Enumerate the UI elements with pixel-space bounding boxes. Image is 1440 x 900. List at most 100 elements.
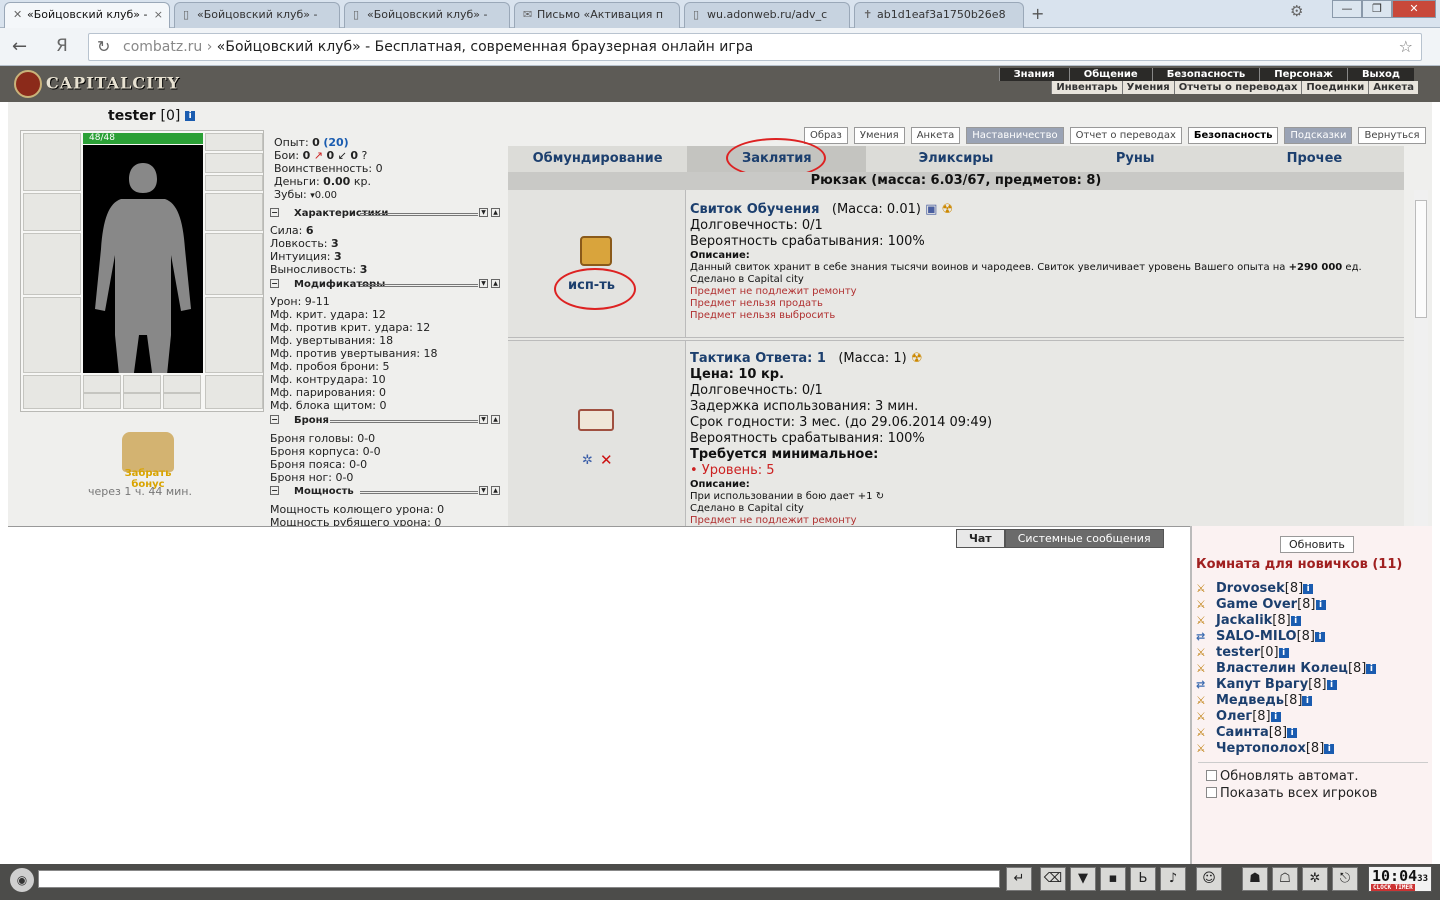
info-icon[interactable]: i [1287,727,1298,738]
info-icon[interactable]: i [1303,583,1314,594]
player-item[interactable]: ⚔ Drovosek[8] i [1196,581,1314,596]
group-icon[interactable]: ☖ [1272,867,1298,891]
arrow-up-icon[interactable]: ▲ [491,415,500,424]
info-icon[interactable]: i [1326,679,1337,690]
maximize-button[interactable]: ❐ [1362,0,1392,18]
arrow-down-icon[interactable]: ▼ [479,208,488,217]
close-icon[interactable]: × [154,8,163,21]
info-icon[interactable]: i [185,111,196,121]
ring-slot-2[interactable] [123,375,161,393]
menu-item-communication[interactable]: Общение [1068,68,1152,81]
shield-slot[interactable] [205,233,263,295]
browser-tab[interactable]: ✝ ab1d1eaf3a1750b26e8 [854,2,1024,28]
url-input[interactable]: ↻ combatz.ru › «Бойцовский клуб» - Беспл… [88,33,1422,61]
collapse-icon[interactable]: − [270,279,279,288]
helmet-slot[interactable] [23,133,81,191]
arrow-up-icon[interactable]: ▲ [491,208,500,217]
menu-item-knowledge[interactable]: Знания [998,68,1069,81]
smiley-icon[interactable]: ☺ [1196,867,1222,891]
player-item[interactable]: ⚔ Олег[8] i [1196,709,1281,724]
settings-icon[interactable]: ✲ [1302,867,1328,891]
bonus-button[interactable]: Забрать бонус [108,432,188,490]
rune-slot-1[interactable] [83,393,121,409]
section-header-armor[interactable]: − Броня ▼ ▲ [270,415,502,427]
close-window-button[interactable]: ✕ [1392,0,1436,18]
arrow-down-icon[interactable]: ▼ [479,486,488,495]
bracers-slot[interactable] [23,193,81,231]
tab-equipment[interactable]: Обмундирование [508,146,687,172]
boots-slot[interactable] [205,375,263,409]
tab-runes[interactable]: Руны [1046,146,1225,172]
player-item[interactable]: ⚔ Jackalik[8] i [1196,613,1301,628]
collapse-icon[interactable]: − [270,486,279,495]
info-icon[interactable]: i [1315,631,1325,642]
refresh-button[interactable]: Обновить [1280,536,1354,553]
gear-icon[interactable]: ⚙ [1290,2,1303,20]
minimize-button[interactable]: — [1332,0,1362,18]
delete-icon[interactable]: ✕ [600,451,613,469]
yandex-logo[interactable]: Я [56,36,68,56]
submenu-item-transfers[interactable]: Отчеты о переводах [1173,81,1302,94]
info-icon[interactable]: i [1315,599,1326,610]
arrow-down-icon[interactable]: ▼ [479,415,488,424]
menu-item-exit[interactable]: Выход [1346,68,1414,81]
weapon-slot[interactable] [23,233,81,295]
show-all-checkbox[interactable]: Показать всех игроков [1206,786,1377,801]
ring-slot-1[interactable] [83,375,121,393]
rune-slot-3[interactable] [163,393,201,409]
arrow-up-icon[interactable]: ▲ [491,486,500,495]
send-enter-icon[interactable]: ↵ [1006,867,1032,891]
tactic-icon[interactable]: ✲ [582,453,593,468]
speaker-icon[interactable]: ◉ [10,868,34,892]
belt-slot[interactable] [23,375,81,409]
subtab-mentoring[interactable]: Наставничество [966,127,1064,144]
player-item[interactable]: ⚔ Game Over[8] i [1196,597,1326,612]
item-list-scrollbar[interactable] [1414,190,1428,526]
armor-slot[interactable] [23,297,81,373]
auto-refresh-checkbox[interactable]: Обновлять автомат. [1206,769,1359,784]
rune-slot-2[interactable] [123,393,161,409]
exit-icon[interactable]: ⎋ [1332,867,1358,891]
tab-chat[interactable]: Чат [956,529,1005,548]
user-icon[interactable]: ☗ [1242,867,1268,891]
collapse-icon[interactable]: − [270,208,279,217]
scrollbar-thumb[interactable] [1415,200,1427,318]
subtab-skills[interactable]: Умения [853,127,905,144]
section-header-mods[interactable]: − Модификаторы ▼ ▲ [270,279,502,291]
new-tab-button[interactable]: + [1031,4,1044,23]
arrow-down-icon[interactable]: ▼ [479,279,488,288]
browser-tab[interactable]: ✉ Письмо «Активация п [514,2,680,28]
info-icon[interactable]: i [1302,695,1313,706]
subtab-return[interactable]: Вернуться [1358,127,1426,144]
submenu-item-profile[interactable]: Анкета [1368,81,1418,94]
player-item[interactable]: ⚔ tester[0] i [1196,645,1289,660]
bookmark-star-icon[interactable]: ☆ [1399,37,1413,56]
earrings-slot[interactable] [205,133,263,151]
chat-input[interactable] [38,870,1000,888]
gloves-slot[interactable] [205,193,263,231]
reload-icon[interactable]: ↻ [97,37,110,56]
submenu-item-skills[interactable]: Умения [1121,81,1174,94]
checkbox-box[interactable] [1206,770,1217,781]
menu-item-security[interactable]: Безопасность [1151,68,1260,81]
browser-tab[interactable]: ▯ wu.adonweb.ru/adv_c [684,2,850,28]
info-icon[interactable]: i [1324,743,1335,754]
player-item[interactable]: ⚔ Саинта[8] i [1196,725,1298,740]
ring-slot[interactable] [205,175,263,191]
player-item[interactable]: ⇄ SALO-MILO[8] i [1196,629,1325,644]
subtab-security[interactable]: Безопасность [1187,127,1279,144]
tab-elixirs[interactable]: Эликсиры [866,146,1045,172]
sound-icon[interactable]: ♪ [1160,867,1186,891]
tab-system-messages[interactable]: Системные сообщения [1004,529,1164,548]
subtab-transfers[interactable]: Отчет о переводах [1069,127,1182,144]
eraser-icon[interactable]: ⌫ [1040,867,1066,891]
save-icon[interactable]: ▪ [1100,867,1126,891]
section-header-power[interactable]: − Мощность ▼ ▲ [270,486,502,498]
info-icon[interactable]: i [1270,711,1281,722]
subtab-profile[interactable]: Анкета [910,127,961,144]
submenu-item-inventory[interactable]: Инвентарь [1051,81,1121,94]
info-icon[interactable]: i [1278,647,1289,658]
player-item[interactable]: ⇄ Капут Врагу[8] i [1196,677,1337,692]
section-header-chars[interactable]: − Характеристики ▼ ▲ [270,208,502,220]
translit-icon[interactable]: Ь [1130,867,1156,891]
